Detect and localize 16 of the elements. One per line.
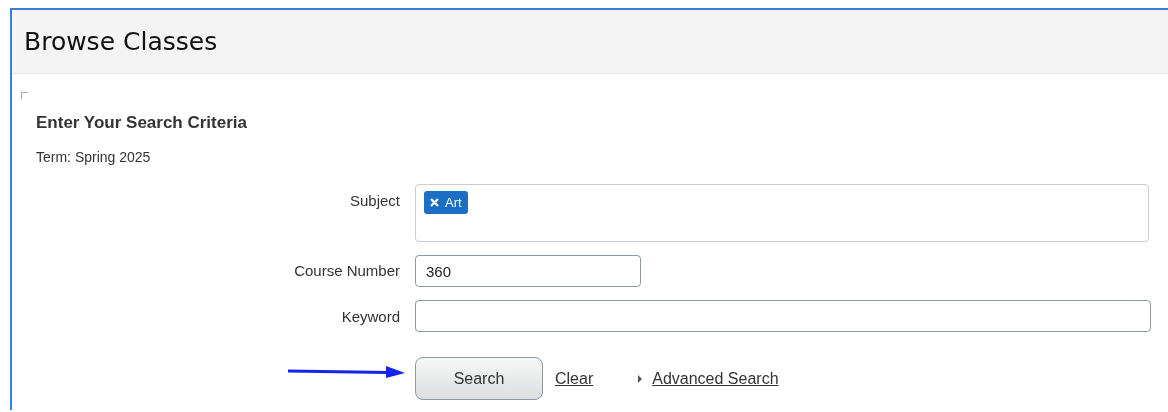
field-label: Keyword: [340, 307, 400, 325]
field-label: Subject: [348, 191, 400, 209]
corner-mark: [21, 92, 28, 99]
clear-link[interactable]: Clear: [555, 369, 594, 388]
remove-icon[interactable]: [430, 198, 439, 207]
input-field[interactable]: [415, 300, 1151, 332]
caret-right-icon[interactable]: [637, 374, 644, 383]
advanced-search-link[interactable]: Advanced Search: [652, 369, 779, 388]
search-button[interactable]: Search: [415, 357, 543, 400]
subject-tag[interactable]: Art: [424, 191, 468, 214]
input-field[interactable]: 360: [415, 255, 641, 287]
field-label: Course Number: [293, 261, 400, 279]
page-title: Browse Classes: [24, 27, 218, 56]
section-heading: Enter Your Search Criteria: [36, 113, 248, 133]
subject-field[interactable]: Art: [415, 184, 1149, 242]
term-text: Term: Spring 2025: [36, 149, 152, 165]
